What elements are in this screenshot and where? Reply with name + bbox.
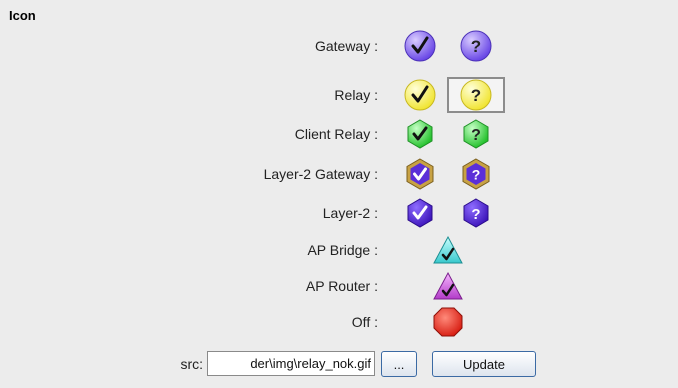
row-ap-bridge: AP Bridge : [0,233,678,267]
row-label-client-relay: Client Relay : [294,126,378,142]
row-label-off: Off : [351,314,378,330]
row-layer2: Layer-2 : ? [0,196,678,230]
relay-nok-icon[interactable]: ? [447,77,505,113]
row-label-layer2-gateway: Layer-2 Gateway : [263,166,378,182]
row-layer2-gateway: Layer-2 Gateway : ? [0,157,678,191]
row-label-relay: Relay : [334,87,378,103]
icon-settings-panel: Icon Gateway : ? Relay : ? Client Relay … [0,0,678,388]
gateway-ok-icon[interactable] [396,29,444,63]
layer2-gateway-ok-icon[interactable] [396,157,444,191]
section-title: Icon [9,8,36,23]
row-gateway: Gateway : ? [0,29,678,63]
browse-button[interactable]: ... [381,351,417,377]
row-label-layer2: Layer-2 : [322,205,378,221]
gateway-nok-icon[interactable]: ? [452,29,500,63]
svg-text:?: ? [471,37,481,56]
svg-text:?: ? [471,206,480,223]
svg-text:?: ? [471,86,481,105]
layer2-ok-icon[interactable] [396,196,444,230]
src-label: src: [180,356,203,372]
row-label-gateway: Gateway : [314,38,378,54]
src-path-input[interactable] [207,351,375,376]
layer2-nok-icon[interactable]: ? [452,196,500,230]
layer2-gateway-nok-icon[interactable]: ? [452,157,500,191]
row-label-ap-bridge: AP Bridge : [307,242,378,258]
svg-text:?: ? [472,167,481,183]
row-ap-router: AP Router : [0,269,678,303]
row-relay: Relay : ? [0,77,678,113]
off-icon[interactable] [424,305,472,339]
client-relay-ok-icon[interactable] [396,117,444,151]
row-client-relay: Client Relay : ? [0,117,678,151]
ap-router-icon[interactable] [424,269,472,303]
row-label-ap-router: AP Router : [305,278,378,294]
update-button[interactable]: Update [432,351,536,377]
svg-text:?: ? [471,127,481,144]
src-row: src: ... Update [0,348,678,380]
relay-ok-icon[interactable] [396,78,444,112]
row-off: Off : [0,305,678,339]
client-relay-nok-icon[interactable]: ? [452,117,500,151]
ap-bridge-icon[interactable] [424,233,472,267]
